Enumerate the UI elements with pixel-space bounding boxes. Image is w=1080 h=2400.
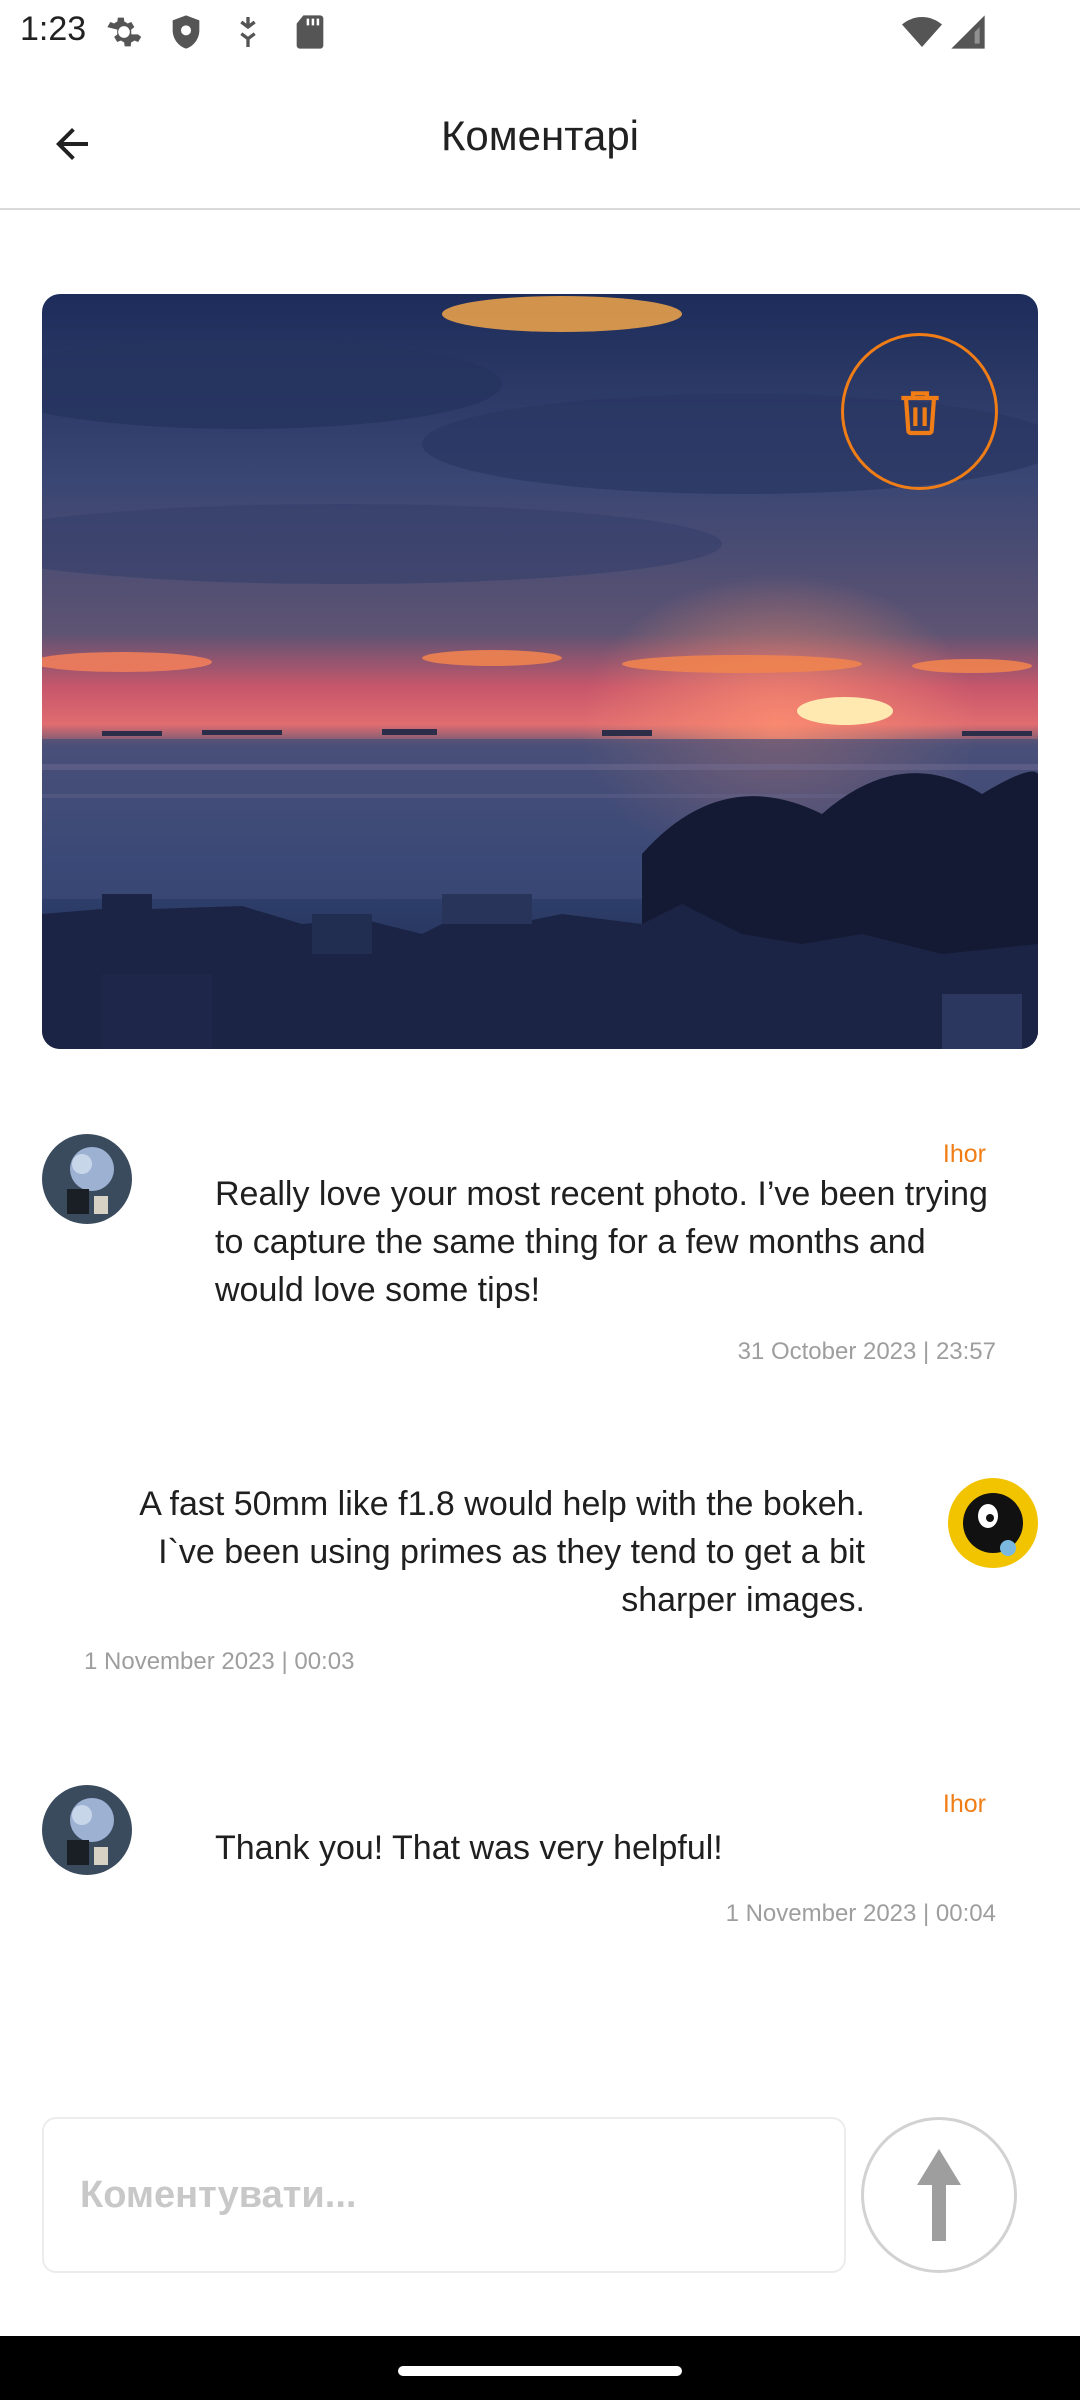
settings-icon: [107, 17, 142, 47]
page-title: Коментарі: [440, 112, 640, 159]
comment-item: A fast 50mm like f1.8 would help with th…: [0, 1470, 1080, 1690]
delete-post-button[interactable]: [841, 333, 998, 490]
comment-date: 1 November 2023 | 00:04: [725, 1900, 996, 1927]
post-image-card: [42, 294, 1038, 1049]
comment-author[interactable]: Ihor: [943, 1790, 986, 1819]
comment-date: 31 October 2023 | 23:57: [737, 1338, 996, 1365]
status-time: 1:23: [20, 10, 87, 48]
comment-item: Ihor Really love your most recent photo.…: [0, 1120, 1080, 1380]
comment-input[interactable]: [42, 2117, 846, 2273]
send-button[interactable]: [861, 2117, 1017, 2273]
comment-date: 1 November 2023 | 00:03: [84, 1648, 355, 1675]
trash-icon: [900, 390, 939, 435]
home-indicator[interactable]: [398, 2366, 682, 2376]
avatar[interactable]: [42, 1134, 132, 1224]
data-saver-icon: [240, 17, 256, 47]
sd-card-icon: [296, 15, 324, 49]
comment-author[interactable]: Ihor: [943, 1140, 986, 1169]
wifi-icon: [902, 17, 942, 47]
shield-icon: [172, 15, 200, 49]
cell-signal-icon: [951, 15, 985, 49]
comment-text: A fast 50mm like f1.8 would help with th…: [139, 1485, 865, 1619]
app-bar: Коментарі: [0, 62, 1080, 210]
comment-item: Ihor Thank you! That was very helpful! 1…: [0, 1770, 1080, 1940]
comment-text: Thank you! That was very helpful!: [215, 1829, 723, 1867]
arrow-up-icon: [917, 2149, 961, 2241]
status-bar: 1:23: [0, 0, 1080, 62]
avatar[interactable]: [42, 1785, 132, 1875]
avatar[interactable]: [948, 1478, 1038, 1568]
comment-text: Really love your most recent photo. I’ve…: [215, 1175, 988, 1309]
